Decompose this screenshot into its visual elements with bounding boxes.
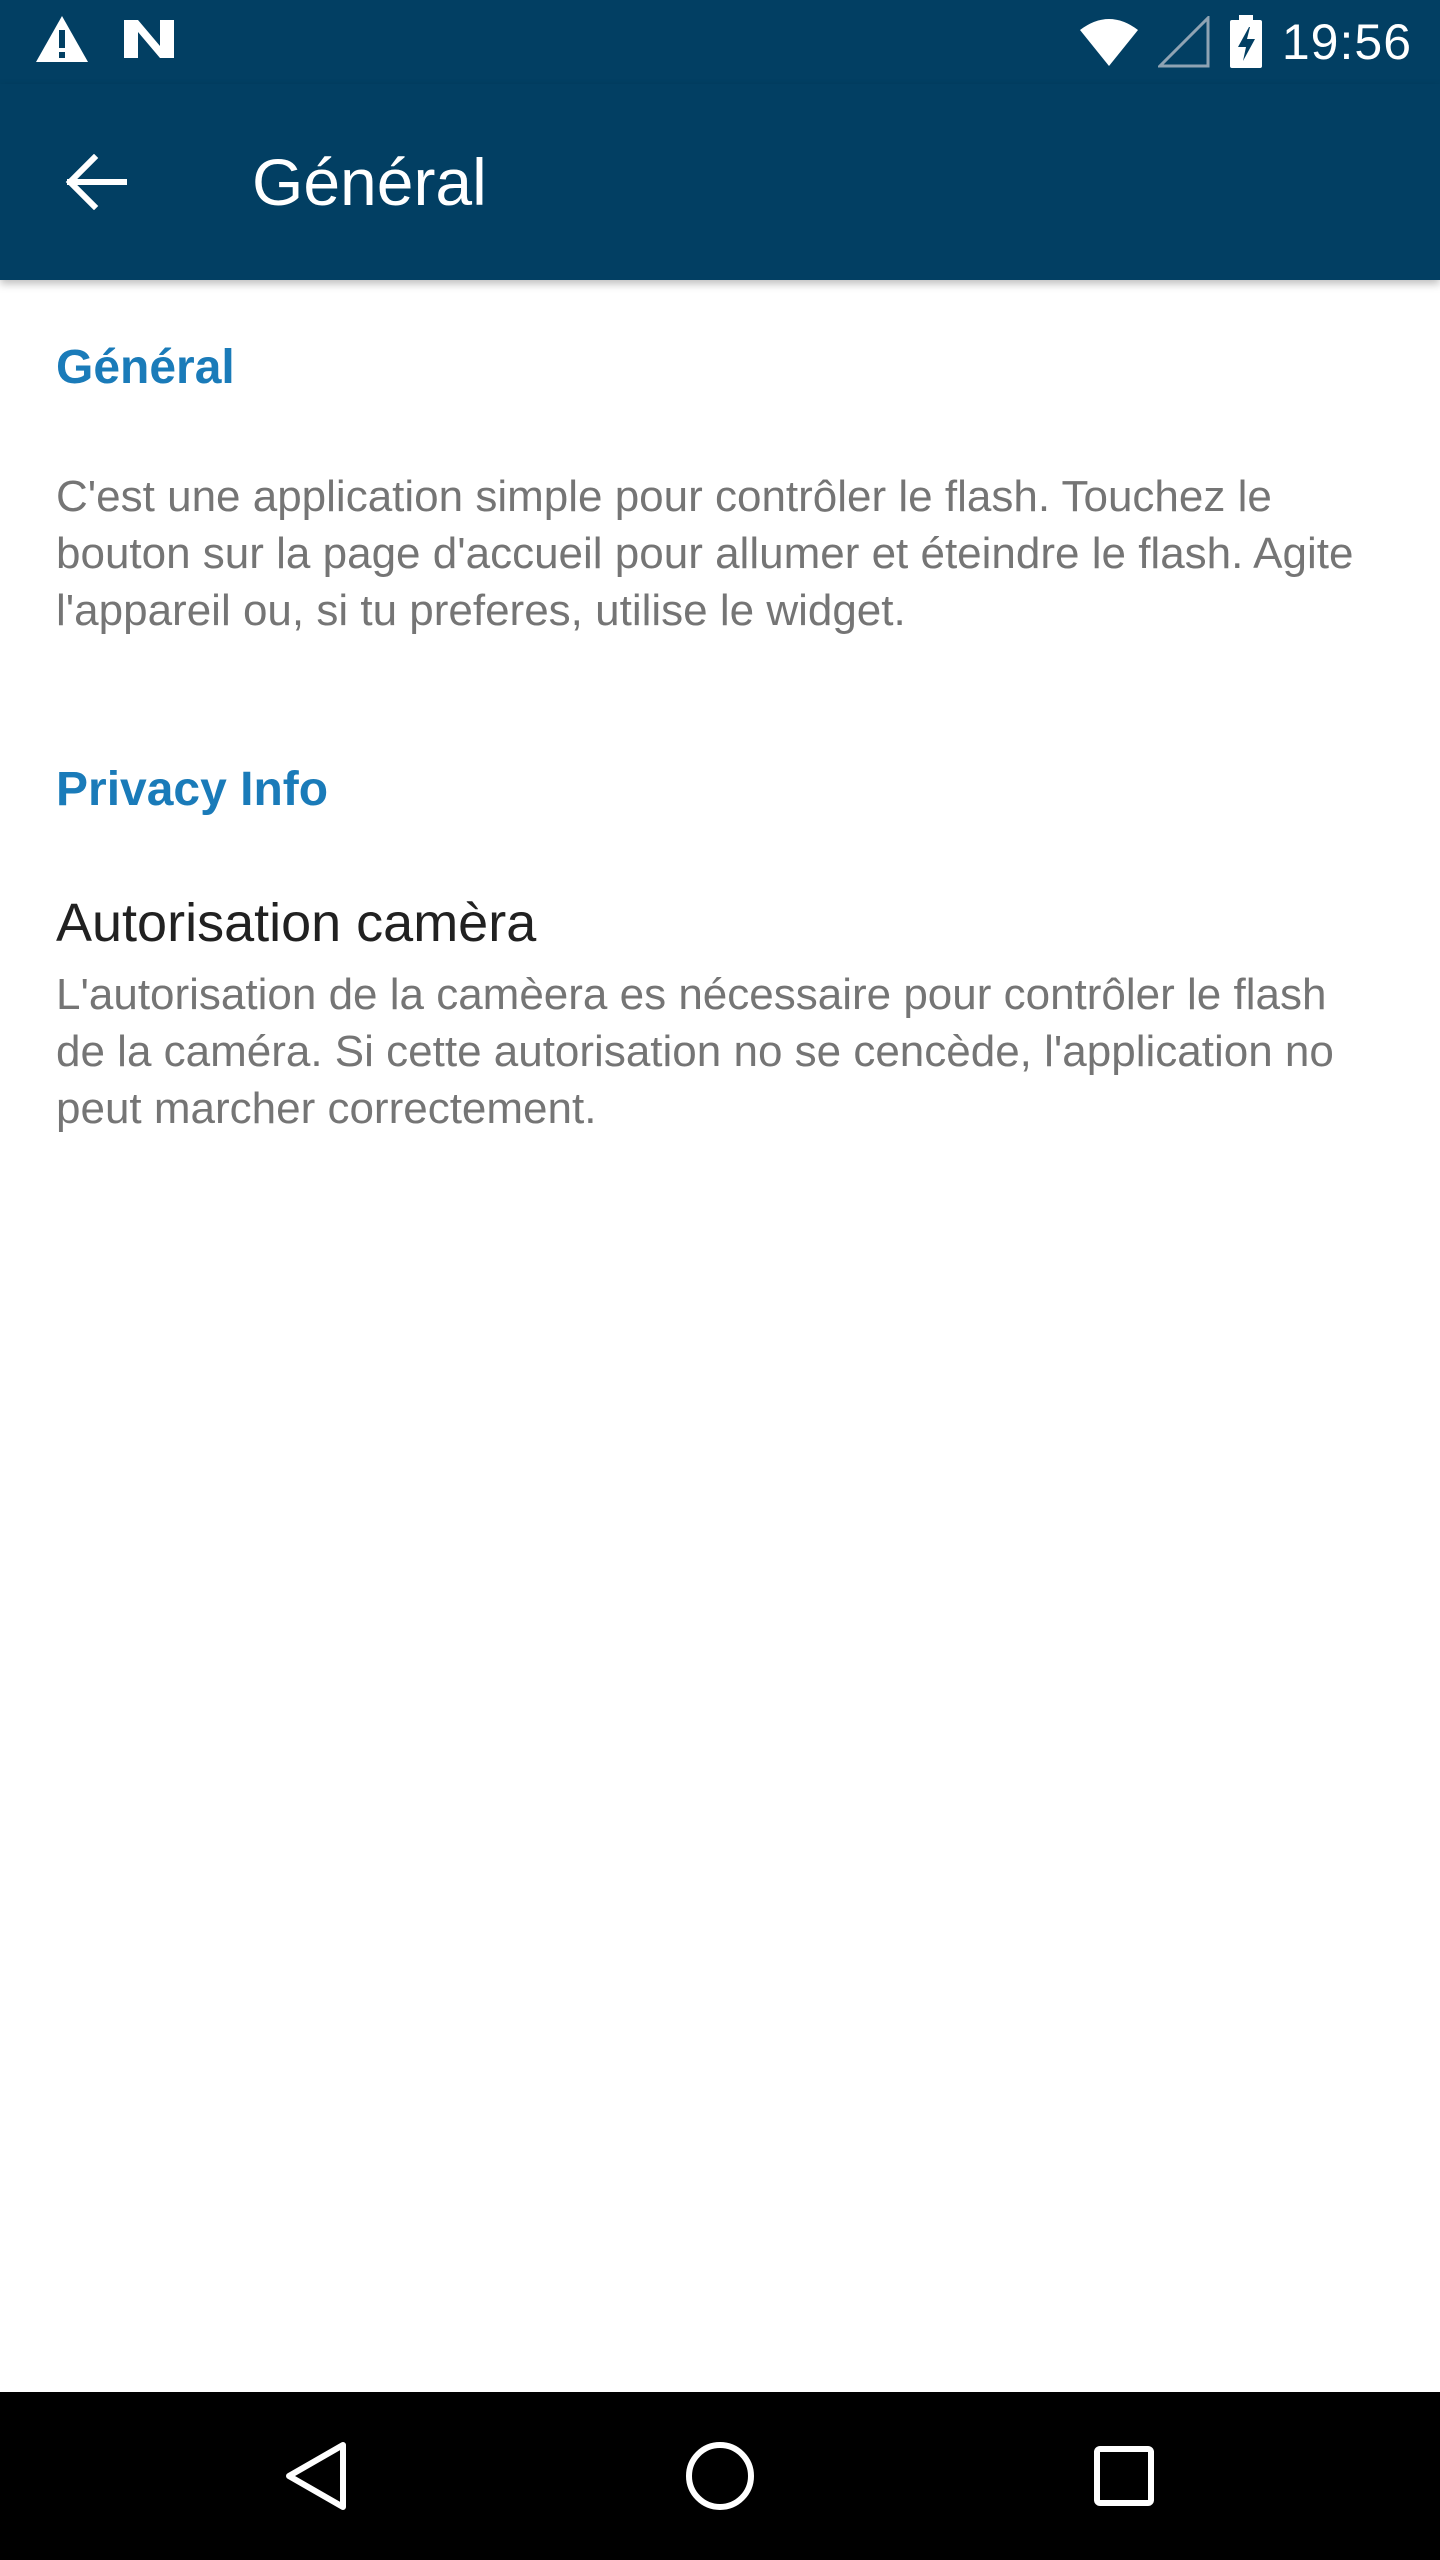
general-description: C'est une application simple pour contrô…	[56, 472, 1354, 635]
pref-item-title: Autorisation camèra	[56, 893, 537, 953]
category-header-privacy: Privacy Info	[56, 763, 329, 816]
arrow-back-icon	[65, 154, 127, 210]
page-title: Général	[252, 145, 487, 219]
navigation-bar	[0, 2392, 1440, 2560]
nav-back-button[interactable]	[266, 2426, 366, 2526]
wifi-icon	[1079, 19, 1138, 66]
back-button[interactable]	[48, 134, 144, 230]
status-bar: 19:56	[0, 0, 1440, 84]
pref-item-summary: L'autorisation de la camèera es nécessai…	[56, 970, 1334, 1133]
nav-home-button[interactable]	[670, 2426, 770, 2526]
nav-recents-button[interactable]	[1074, 2426, 1174, 2526]
app-bar: Général	[0, 84, 1440, 280]
status-left-icons	[34, 14, 176, 64]
recents-square-icon	[1094, 2446, 1154, 2506]
battery-charging-icon	[1229, 15, 1262, 68]
home-circle-icon	[686, 2442, 754, 2510]
back-triangle-icon	[286, 2442, 346, 2510]
cell-signal-icon	[1157, 16, 1210, 68]
status-time: 19:56	[1281, 14, 1412, 70]
n-notification-icon	[124, 20, 174, 58]
status-right-icons: 19:56	[1078, 10, 1412, 74]
warning-icon	[36, 16, 88, 62]
category-header-general: Général	[56, 341, 235, 394]
